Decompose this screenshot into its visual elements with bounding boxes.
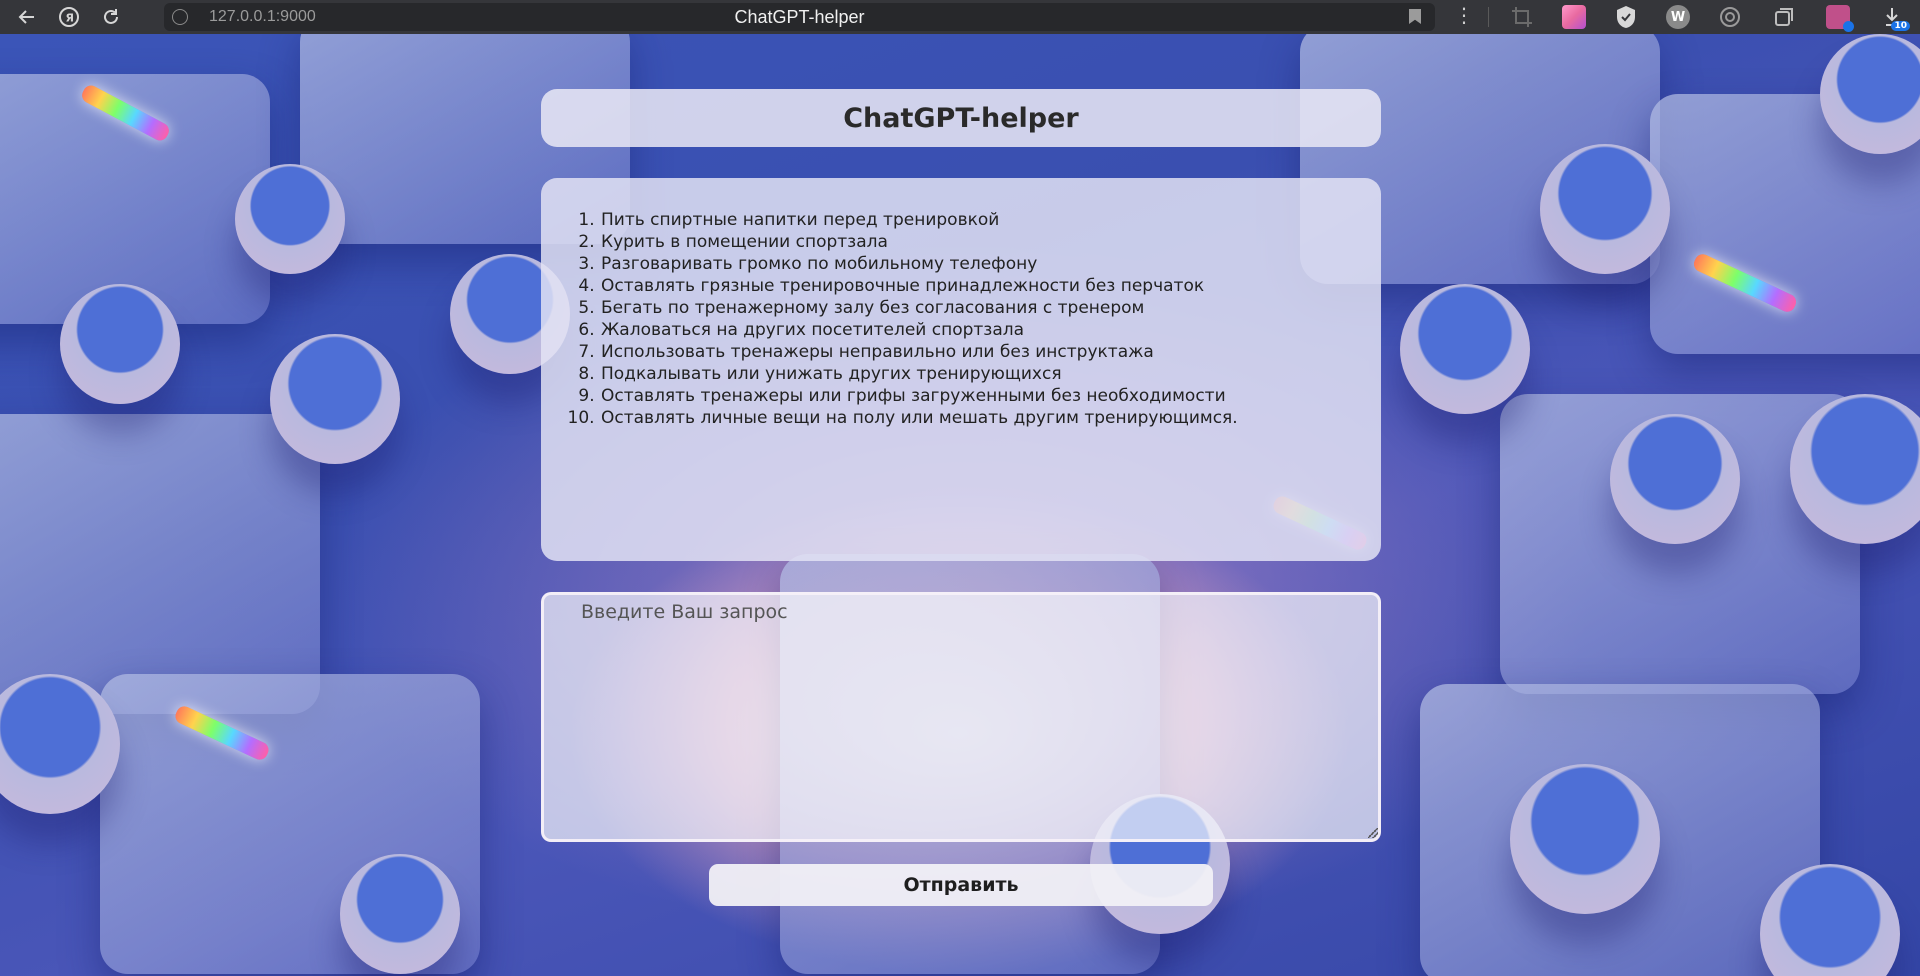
query-input[interactable] xyxy=(541,592,1381,842)
textarea-resize-handle[interactable] xyxy=(1368,828,1378,838)
downloads-icon[interactable]: 10 xyxy=(1880,5,1910,31)
app-title: ChatGPT-helper xyxy=(843,102,1079,134)
yandex-icon[interactable]: Я xyxy=(54,2,84,32)
downloads-badge: 10 xyxy=(1891,21,1910,31)
response-item: Курить в помещении спортзала xyxy=(600,231,1381,253)
response-item: Оставлять грязные тренировочные принадле… xyxy=(600,275,1381,297)
response-item: Оставлять тренажеры или грифы загруженны… xyxy=(600,385,1381,407)
response-item: Оставлять личные вещи на полу или мешать… xyxy=(600,407,1381,429)
shield-icon[interactable] xyxy=(1614,5,1638,29)
crop-icon[interactable] xyxy=(1510,5,1534,29)
response-item: Жаловаться на других посетителей спортза… xyxy=(600,319,1381,341)
response-item: Пить спиртные напитки перед тренировкой xyxy=(600,209,1381,231)
profile-extension-icon[interactable] xyxy=(1826,5,1854,32)
reload-icon[interactable] xyxy=(96,2,126,32)
toolbar-divider xyxy=(1488,7,1489,27)
response-item: Разговаривать громко по мобильному телеф… xyxy=(600,253,1381,275)
svg-text:Я: Я xyxy=(66,12,74,25)
page-title-label: ChatGPT-helper xyxy=(734,7,865,27)
app-header: ChatGPT-helper xyxy=(541,89,1381,147)
response-item: Использовать тренажеры неправильно или б… xyxy=(600,341,1381,363)
response-list: Пить спиртные напитки перед тренировкой … xyxy=(541,178,1381,429)
back-arrow-icon[interactable] xyxy=(12,2,42,32)
response-item: Подкалывать или унижать других тренирующ… xyxy=(600,363,1381,385)
response-panel: Пить спиртные напитки перед тренировкой … xyxy=(541,178,1381,561)
w-extension-icon[interactable]: W xyxy=(1666,5,1690,29)
browser-toolbar: Я 127.0.0.1:9000 ChatGPT-helper ⋮ W 10 xyxy=(0,0,1920,34)
address-bar[interactable]: 127.0.0.1:9000 ChatGPT-helper xyxy=(164,3,1435,31)
collections-icon[interactable] xyxy=(1772,5,1796,29)
spiral-icon[interactable] xyxy=(1718,5,1742,29)
gradient-extension-icon[interactable] xyxy=(1562,5,1586,29)
menu-dots-icon[interactable]: ⋮ xyxy=(1454,3,1474,27)
submit-button[interactable]: Отправить xyxy=(709,864,1213,906)
response-item: Бегать по тренажерному залу без согласов… xyxy=(600,297,1381,319)
